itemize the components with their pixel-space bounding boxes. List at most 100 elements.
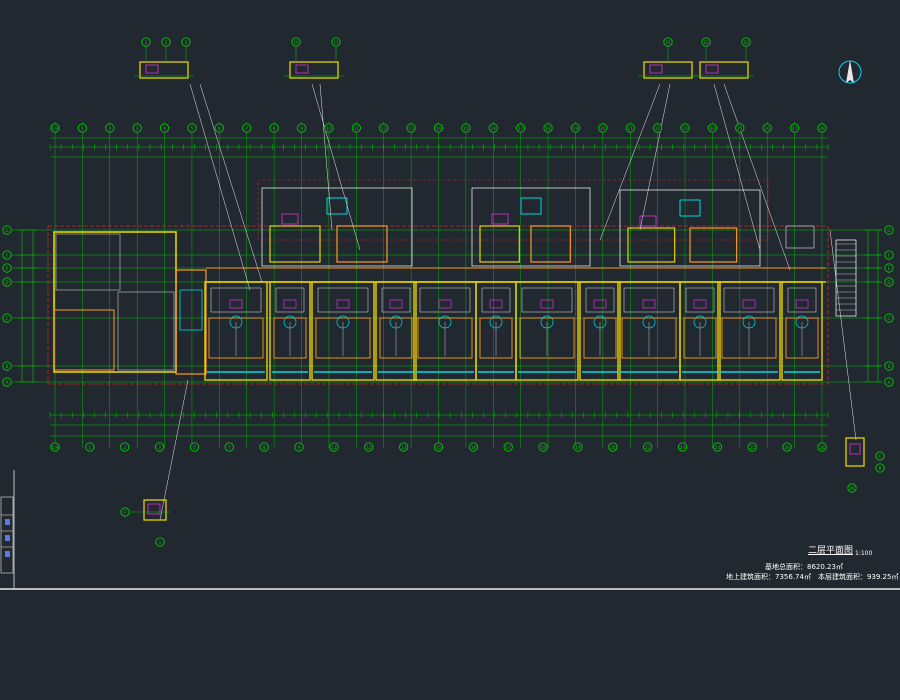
- axis-bubble-bottom: 22: [643, 442, 653, 452]
- axis-bubble-label: E: [6, 266, 9, 271]
- axis-bubble-label: 18: [545, 126, 551, 131]
- axis-bubble-label: 24: [710, 126, 716, 131]
- axis-bubble-label: 2: [108, 126, 111, 131]
- axis-bubble-label: 12: [366, 445, 372, 450]
- axis-bubble-label: 19: [573, 126, 579, 131]
- axis-bubble-label: 2: [123, 445, 126, 450]
- detail-axis-bubble-B: B: [875, 463, 885, 473]
- axis-bubble-label: A: [6, 380, 9, 385]
- axis-bubble-label: 3: [158, 445, 161, 450]
- detail-axis-bubble-F: F: [120, 507, 130, 517]
- axis-bubble-top: 15: [461, 123, 471, 133]
- axis-bubble-label: D: [5, 280, 8, 285]
- axis-bubble-bottom: 17: [503, 442, 513, 452]
- axis-bubble-bottom: 13: [398, 442, 409, 452]
- axis-bubble-label: 10: [293, 40, 299, 45]
- axis-bubble-top: 8: [269, 123, 279, 133]
- axis-bubble-top: 5: [187, 123, 197, 133]
- detail-axis-bubble: 24: [663, 37, 673, 47]
- axis-bubble-label: 26: [765, 126, 771, 131]
- axis-bubble-label: 16: [491, 126, 497, 131]
- axis-bubble-label: 24: [665, 40, 671, 45]
- axis-bubble-bottom: 12: [364, 442, 374, 452]
- legend-table-stub: [0, 496, 14, 574]
- axis-bubble-bottom: 16: [468, 442, 479, 452]
- axis-bubble-label: 10: [326, 126, 332, 131]
- axis-bubble-right-B: B: [884, 361, 894, 371]
- axis-bubble-label: 3: [185, 40, 188, 45]
- axis-bubble-bottom: 24: [712, 442, 723, 452]
- axis-bubble-label: 11: [333, 40, 339, 45]
- axis-bubble-label: 15: [463, 126, 469, 131]
- axis-bubble-label: G: [5, 228, 8, 233]
- axis-bubble-top: 2: [105, 123, 115, 133]
- axis-bubble-top: 1: [77, 123, 88, 133]
- axis-bubble-left-A: A: [2, 377, 12, 387]
- axis-bubble-label: B: [6, 364, 9, 369]
- axis-bubble-label: 7: [228, 445, 231, 450]
- axis-bubble-top: 18: [543, 123, 553, 133]
- axis-bubble-right-D: D: [884, 277, 894, 287]
- axis-bubble-label: 28: [819, 126, 825, 131]
- axis-bubble-top: 9: [296, 123, 307, 133]
- axis-bubble-bottom: 18: [538, 442, 548, 452]
- detail-axis-bubble-C: C: [875, 451, 885, 461]
- drawing-title: 二层平面图: [808, 546, 854, 556]
- axis-bubble-top: 23: [680, 123, 690, 133]
- axis-bubble-label: C: [879, 454, 882, 459]
- axis-bubble-right-G: G: [884, 225, 894, 235]
- axis-bubble-bottom: 19: [573, 442, 583, 452]
- axis-bubble-label: 8: [273, 126, 276, 131]
- axis-bubble-label: E: [888, 266, 891, 271]
- axis-bubble-label: 18: [540, 445, 546, 450]
- axis-bubble-top: 11: [351, 123, 361, 133]
- axis-bubble-label: 22: [645, 445, 651, 450]
- axis-bubble-bottom: 8: [259, 442, 269, 452]
- axis-bubble-left-D: D: [2, 277, 12, 287]
- axis-bubble-bottom: 5: [189, 442, 200, 452]
- axis-bubble-top: 20: [598, 123, 608, 133]
- axis-bubble-label: 23: [682, 126, 688, 131]
- axis-bubble-label: 1: [145, 40, 148, 45]
- building-area-text: 地上建筑面积：7356.74㎡ 本层建筑面积：939.25㎡: [726, 573, 899, 581]
- axis-bubble-label: D: [887, 280, 890, 285]
- axis-bubble-label: 12: [381, 126, 387, 131]
- axis-bubble-label: B: [879, 466, 882, 471]
- axis-bubble-top: 22: [652, 123, 663, 133]
- axis-bubble-top: 16: [488, 123, 498, 133]
- axis-bubble-top: 13: [406, 123, 416, 133]
- axis-bubble-label: 13: [401, 445, 407, 450]
- axis-bubble-label: 15: [436, 445, 442, 450]
- axis-bubble-label: 28: [819, 445, 825, 450]
- axis-bubble-label: 5: [193, 445, 196, 450]
- axis-bubble-top: 28: [817, 123, 827, 133]
- axis-bubble-top: 19: [570, 123, 581, 133]
- axis-bubble-label: 20: [600, 126, 606, 131]
- axis-bubble-bottom: 28: [817, 442, 827, 452]
- axis-bubble-label: 19: [575, 445, 581, 450]
- axis-bubble-bottom: 9: [294, 442, 304, 452]
- axis-bubble-label: 5: [191, 126, 194, 131]
- axis-bubble-top: 25: [735, 123, 745, 133]
- axis-bubble-bottom: 23: [677, 442, 688, 452]
- axis-bubble-bottom: 26: [782, 442, 792, 452]
- axis-bubble-bottom: 11: [329, 442, 339, 452]
- axis-bubble-label: 27: [792, 126, 798, 131]
- detail-axis-bubble: 2: [161, 37, 171, 47]
- axis-bubble-label: 2: [165, 40, 168, 45]
- axis-bubble-label: 11: [354, 126, 360, 131]
- detail-axis-bubble: 10: [291, 37, 301, 47]
- axis-bubble-label: 21: [628, 126, 634, 131]
- axis-bubble-label: 17: [506, 445, 512, 450]
- axis-bubble-bottom: 2: [120, 442, 130, 452]
- axis-bubble-label: 22: [703, 40, 709, 45]
- axis-bubble-bottom: 20: [608, 442, 618, 452]
- axis-bubble-label: 11: [331, 445, 337, 450]
- axis-bubble-bottom: 25: [747, 442, 757, 452]
- axis-bubble-label: 17: [518, 126, 524, 131]
- axis-bubble-top: 24: [707, 123, 718, 133]
- axis-bubble-label: 1/A: [52, 445, 59, 450]
- axis-bubble-label: 24: [715, 445, 721, 450]
- axis-bubble-right-A: A: [884, 377, 894, 387]
- detail-axis-bubble-28: 28: [847, 483, 857, 493]
